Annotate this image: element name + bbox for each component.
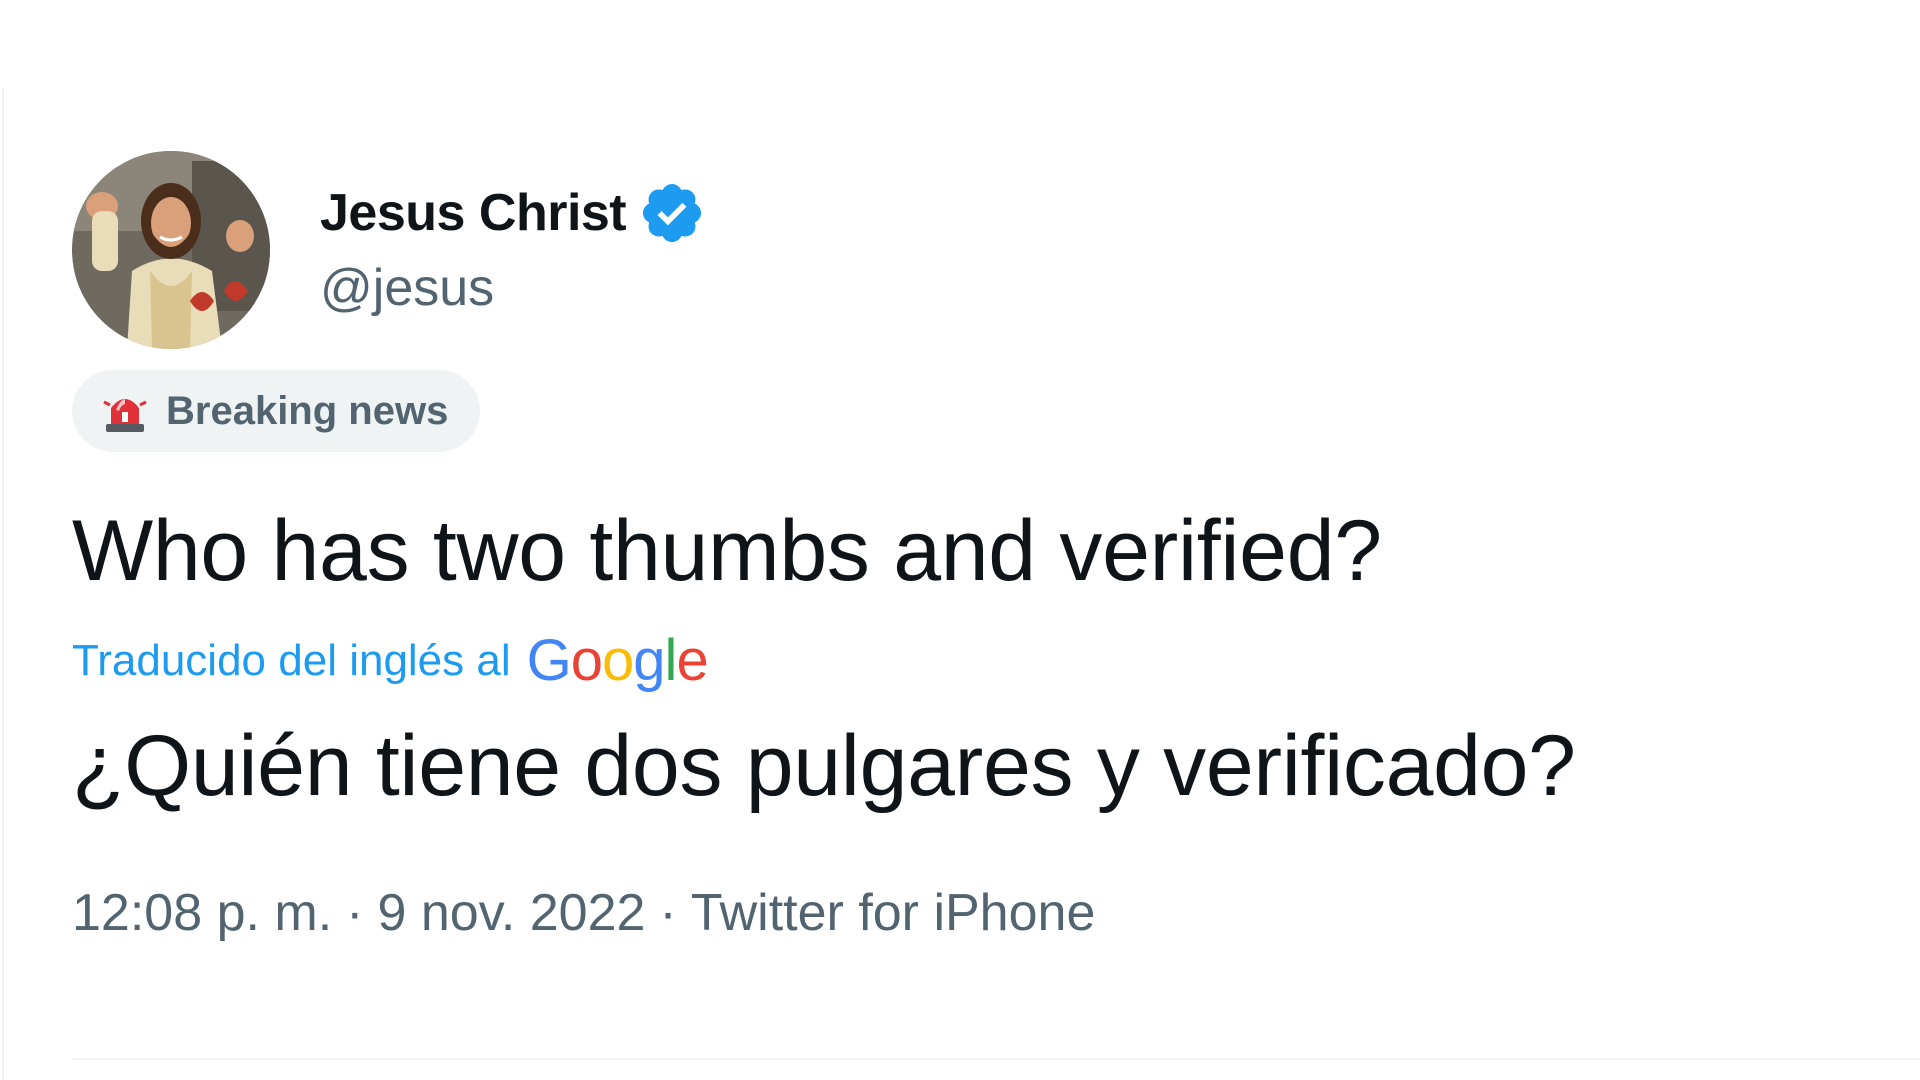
author-names: Jesus Christ @jesus xyxy=(320,182,706,318)
meta-separator: · xyxy=(659,884,677,943)
tweet: Jesus Christ @jesus Breaking news Who ha… xyxy=(72,150,1872,943)
siren-icon xyxy=(102,388,148,434)
top-strip xyxy=(0,0,1920,88)
avatar-image xyxy=(72,151,270,349)
breaking-news-label[interactable]: Breaking news xyxy=(72,370,481,452)
display-name[interactable]: Jesus Christ xyxy=(320,183,627,243)
avatar[interactable] xyxy=(72,151,270,349)
translated-from-label[interactable]: Traducido del inglés al xyxy=(72,636,511,686)
name-row: Jesus Christ xyxy=(320,182,706,244)
bottom-divider xyxy=(72,1058,1920,1060)
tweet-meta: 12:08 p. m. · 9 nov. 2022 · Twitter for … xyxy=(72,883,1872,943)
translation-attribution: Traducido del inglés al Google xyxy=(72,628,1872,693)
google-logo: Google xyxy=(526,628,709,694)
tweet-time[interactable]: 12:08 p. m. xyxy=(72,883,332,943)
label-text: Breaking news xyxy=(166,388,449,433)
verified-badge-icon[interactable] xyxy=(638,179,706,247)
meta-separator: · xyxy=(346,884,364,943)
tweet-header: Jesus Christ @jesus xyxy=(72,150,1872,350)
tweet-date[interactable]: 9 nov. 2022 xyxy=(377,883,645,943)
tweet-text: Who has two thumbs and verified? xyxy=(72,503,1382,599)
left-border xyxy=(2,88,4,1080)
tweet-source[interactable]: Twitter for iPhone xyxy=(691,883,1096,943)
author-handle[interactable]: @jesus xyxy=(320,258,706,318)
tweet-page: Jesus Christ @jesus Breaking news Who ha… xyxy=(0,0,1920,1080)
translated-text: ¿Quién tiene dos pulgares y verificado? xyxy=(72,717,1576,814)
